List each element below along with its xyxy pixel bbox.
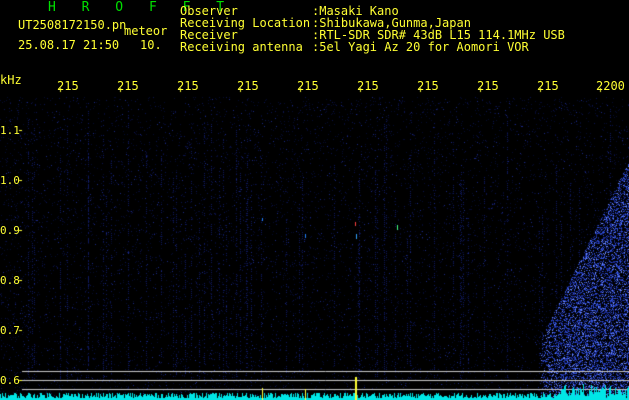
x-tick-5: 215: [297, 79, 319, 93]
y-tick-0-8: 0.8: [0, 274, 20, 287]
spectrogram-panel: kHz 215 215 215 215 215 215 215 215 215 …: [0, 62, 629, 400]
x-tick-1: 215: [57, 79, 79, 93]
datetime: 25.08.17 21:50: [18, 38, 120, 52]
y-tick-0-9: 0.9: [0, 224, 20, 237]
antenna-label: Receiving antenna: [180, 40, 303, 54]
interval: 10.: [140, 38, 162, 52]
x-tick-8: 215: [477, 79, 499, 93]
x-tick-2: 215: [117, 79, 139, 93]
x-tick-4: 215: [237, 79, 259, 93]
x-tick-6: 215: [357, 79, 379, 93]
filename: UT2508172150.pn: [18, 18, 127, 32]
antenna-value: :5el Yagi Az 20 for Aomori VOR: [312, 40, 529, 54]
x-tick-10: 2200: [596, 79, 625, 93]
x-tick-9: 215: [537, 79, 559, 93]
meteor-tag: meteor: [124, 24, 168, 38]
x-tick-3: 215: [177, 79, 199, 93]
x-tick-7: 215: [417, 79, 439, 93]
y-tick-1-1: 1.1: [0, 124, 20, 137]
y-unit-label: kHz: [0, 73, 22, 87]
y-tick-0-7: 0.7: [0, 324, 20, 337]
spectrogram-canvas: [0, 62, 629, 400]
y-tick-1-0: 1.0: [0, 174, 20, 187]
y-tick-0-6: 0.6: [0, 374, 20, 387]
